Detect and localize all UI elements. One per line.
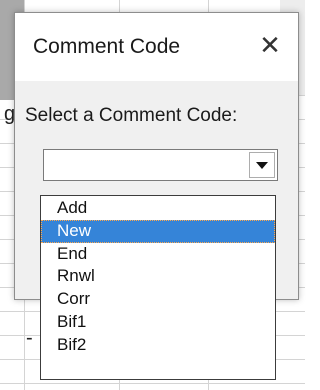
comment-code-combobox[interactable] <box>43 149 278 181</box>
dropdown-button[interactable] <box>249 152 275 178</box>
close-icon[interactable]: ✕ <box>256 31 284 59</box>
option-end[interactable]: End <box>41 243 275 266</box>
dialog-titlebar: Comment Code ✕ <box>15 13 298 81</box>
dialog-title: Comment Code <box>33 35 181 58</box>
option-bif2[interactable]: Bif2 <box>41 334 275 357</box>
chevron-down-icon <box>256 162 268 169</box>
comment-code-prompt: Select a Comment Code: <box>25 105 238 126</box>
background-cell-dash: - <box>26 327 33 349</box>
option-bif1[interactable]: Bif1 <box>41 311 275 334</box>
comment-code-dropdown-list[interactable]: Add New End Rnwl Corr Bif1 Bif2 <box>40 195 276 380</box>
option-new[interactable]: New <box>41 219 275 243</box>
option-add[interactable]: Add <box>41 197 275 220</box>
option-corr[interactable]: Corr <box>41 288 275 311</box>
option-rnwl[interactable]: Rnwl <box>41 265 275 288</box>
